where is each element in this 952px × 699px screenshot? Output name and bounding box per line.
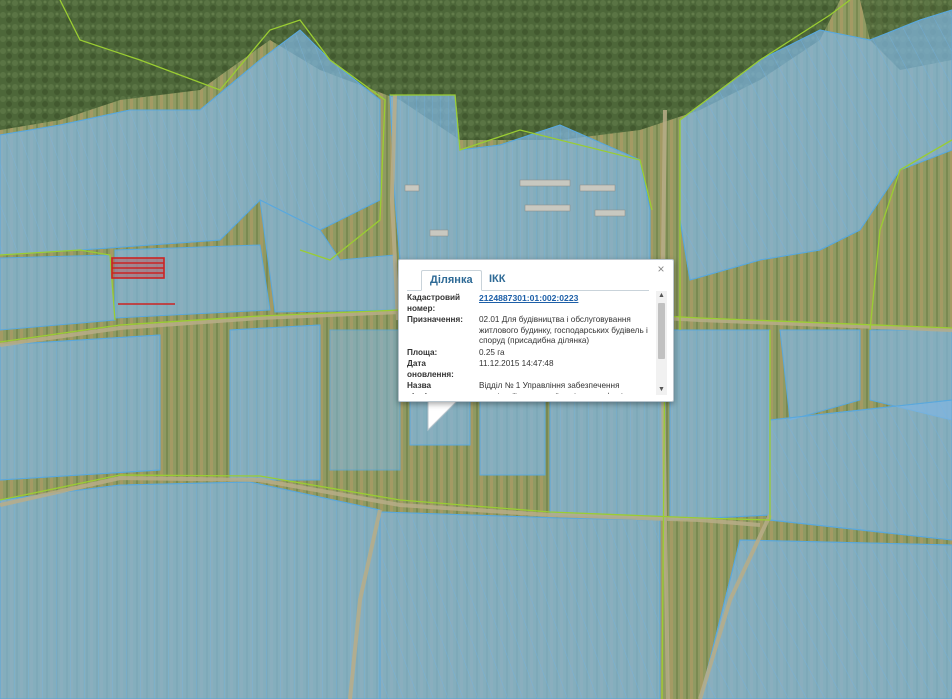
field-label: Призначення: bbox=[407, 315, 463, 324]
scrollbar-thumb[interactable] bbox=[658, 303, 665, 359]
scroll-down-icon[interactable]: ▼ bbox=[656, 385, 667, 395]
field-value: 0.25 га bbox=[479, 347, 505, 357]
field-label: Кадастровий номер: bbox=[407, 293, 461, 313]
field-row-area: Площа: 0.25 га bbox=[407, 348, 655, 359]
field-value: 02.01 Для будівництва і обслуговування ж… bbox=[479, 315, 648, 345]
field-label: Дата оновлення: bbox=[407, 359, 454, 379]
popup-pointer bbox=[427, 400, 459, 432]
field-label: Площа: bbox=[407, 347, 438, 357]
tab-parcel[interactable]: Ділянка bbox=[421, 270, 482, 291]
parcel-details: Кадастровий номер: 2124887301:01:002:022… bbox=[407, 293, 655, 394]
field-value: 11.12.2015 14:47:48 bbox=[479, 359, 554, 368]
tab-ikk[interactable]: ІКК bbox=[481, 270, 513, 289]
field-row-department: Назва відділення: Відділ № 1 Управління … bbox=[407, 381, 655, 394]
field-row-purpose: Призначення: 02.01 Для будівництва і обс… bbox=[407, 315, 655, 347]
parcel-info-popup: Ділянка ІКК × Кадастровий номер: 2124887… bbox=[398, 259, 674, 402]
popup-scrollbar[interactable]: ▲ ▼ bbox=[656, 291, 667, 395]
field-value: Відділ № 1 Управління забезпечення реалі… bbox=[479, 381, 623, 394]
field-row-update-date: Дата оновлення: 11.12.2015 14:47:48 bbox=[407, 359, 655, 380]
close-icon[interactable]: × bbox=[655, 263, 667, 275]
field-row-cadastral-number: Кадастровий номер: 2124887301:01:002:022… bbox=[407, 293, 655, 314]
scroll-up-icon[interactable]: ▲ bbox=[656, 291, 667, 301]
cadastral-number-link[interactable]: 2124887301:01:002:0223 bbox=[479, 293, 655, 314]
popup-tabs: Ділянка ІКК bbox=[407, 268, 649, 291]
field-label: Назва відділення: bbox=[407, 381, 454, 394]
